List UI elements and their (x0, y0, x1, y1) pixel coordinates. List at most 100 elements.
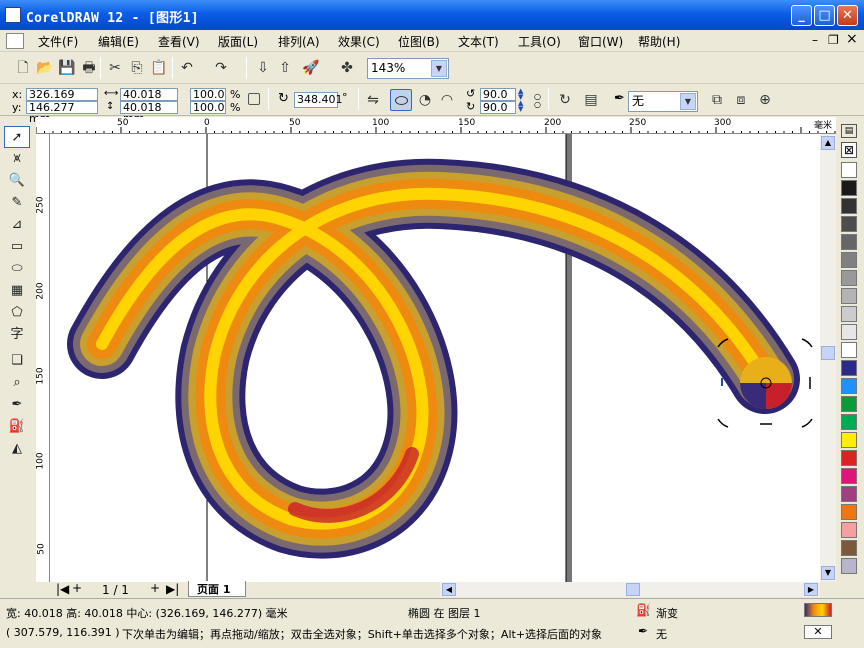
save-icon[interactable]: 💾 (56, 57, 78, 79)
page-tab[interactable]: 页面 1 (188, 581, 246, 597)
scroll-down-button[interactable]: ▼ (821, 566, 835, 580)
color-swatch[interactable] (841, 396, 857, 412)
menu-arrange[interactable]: 排列(A) (278, 33, 320, 50)
color-swatch[interactable] (841, 162, 857, 178)
open-icon[interactable]: 📂 (34, 57, 56, 79)
scale-y-field[interactable]: 100.0 (190, 101, 226, 114)
add-page-before-button[interactable]: + (72, 581, 82, 595)
gradient-tube[interactable] (67, 158, 800, 559)
color-swatch[interactable] (841, 234, 857, 250)
scroll-left-button[interactable]: ◀ (442, 583, 456, 596)
ellipse-mode-button[interactable] (390, 89, 412, 111)
color-swatch[interactable] (841, 540, 857, 556)
direction-icon[interactable]: ↻ (554, 89, 576, 111)
color-swatch[interactable] (841, 450, 857, 466)
vertical-scrollbar[interactable]: ▲ ▼ (820, 134, 836, 582)
menu-layout[interactable]: 版面(L) (218, 33, 258, 50)
arc-spinner[interactable]: ▲ ▼ ▲ ▼ (518, 88, 528, 114)
hscroll-thumb[interactable] (626, 583, 640, 596)
menu-tools[interactable]: 工具(O) (518, 33, 561, 50)
menu-effects[interactable]: 效果(C) (338, 33, 380, 50)
arc-start-field[interactable]: 90.0 (480, 88, 516, 101)
color-swatch[interactable] (841, 198, 857, 214)
color-swatch[interactable] (841, 342, 857, 358)
arc-icon[interactable]: ◠ (436, 89, 458, 111)
export-icon[interactable]: ⇧ (274, 57, 296, 79)
menu-file[interactable]: 文件(F) (38, 33, 78, 50)
fill-tool-icon[interactable]: ⛽ (4, 416, 30, 438)
eyedropper-tool-icon[interactable]: ⌕ (4, 372, 30, 394)
application-launcher-icon[interactable]: 🚀 (300, 57, 322, 79)
rotate-handle-bl[interactable] (717, 418, 729, 428)
basic-shapes-tool-icon[interactable]: ⬠ (4, 302, 30, 324)
pick-tool-icon[interactable]: ➚ (4, 126, 30, 148)
graph-paper-tool-icon[interactable]: ▦ (4, 280, 30, 302)
to-front-icon[interactable]: ⧉ (706, 89, 728, 111)
pie-icon[interactable]: ◔ (414, 89, 436, 111)
ellipse-tool-icon[interactable]: ⬭ (4, 258, 30, 280)
color-swatch[interactable] (841, 414, 857, 430)
minimize-button[interactable]: _ (791, 5, 812, 26)
color-swatch[interactable] (841, 360, 857, 376)
color-swatch[interactable] (841, 180, 857, 196)
scale-x-field[interactable]: 100.0 (190, 88, 226, 101)
wrap-text-icon[interactable]: ▤ (580, 89, 602, 111)
menu-view[interactable]: 查看(V) (158, 33, 200, 50)
zoom-combo[interactable]: 143% ▼ (367, 58, 449, 79)
undo-icon[interactable]: ↶ (176, 57, 198, 79)
corel-online-icon[interactable]: ✤ (336, 57, 358, 79)
rotate-handle-tr[interactable] (801, 338, 813, 348)
zoom-tool-icon[interactable]: 🔍 (4, 170, 30, 192)
no-color-swatch[interactable]: ⊠ (841, 142, 857, 158)
angle-field[interactable]: 348.401 (294, 92, 343, 108)
chevron-down-icon[interactable]: ▼ (680, 93, 696, 110)
import-icon[interactable]: ⇩ (252, 57, 274, 79)
cut-icon[interactable]: ✂ (104, 57, 126, 79)
color-swatch[interactable] (841, 558, 857, 574)
convert-to-curves-icon[interactable]: ⊕ (754, 89, 776, 111)
y-position-field[interactable]: 146.277 mm (26, 101, 98, 124)
app-icon[interactable] (5, 7, 21, 23)
shape-tool-icon[interactable]: ⩙ (4, 148, 30, 170)
color-swatch[interactable] (841, 504, 857, 520)
redo-icon[interactable]: ↷ (210, 57, 232, 79)
smart-fill-tool-icon[interactable]: ⊿ (4, 214, 30, 236)
fill-swatch[interactable] (804, 603, 832, 617)
direction-dots[interactable]: ○ ○ (534, 93, 541, 109)
interactive-fill-tool-icon[interactable]: ◭ (4, 438, 30, 460)
color-swatch[interactable] (841, 270, 857, 286)
color-swatch[interactable] (841, 216, 857, 232)
rectangle-tool-icon[interactable]: ▭ (4, 236, 30, 258)
x-position-field[interactable]: 326.169 mm (26, 88, 98, 111)
height-field[interactable]: 40.018 mm (120, 101, 178, 124)
vertical-ruler[interactable]: 250 200 150 100 50 (36, 134, 50, 582)
arc-end-field[interactable]: 90.0 (480, 101, 516, 114)
palette-menu-icon[interactable]: ▤ (841, 124, 857, 138)
to-back-icon[interactable]: ⧈ (730, 89, 752, 111)
width-field[interactable]: 40.018 mm (120, 88, 178, 111)
color-swatch[interactable] (841, 306, 857, 322)
first-page-button[interactable]: |◀ (56, 582, 69, 596)
rotate-handle-br[interactable] (801, 418, 813, 428)
color-swatch[interactable] (841, 468, 857, 484)
color-swatch[interactable] (841, 252, 857, 268)
close-button[interactable]: ✕ (837, 5, 858, 26)
mirror-icon[interactable]: ⇋ (362, 89, 384, 111)
drawing-artwork[interactable] (50, 134, 820, 582)
add-page-after-button[interactable]: + (150, 581, 160, 595)
new-document-icon[interactable]: 🗋 (12, 57, 34, 79)
chevron-down-icon[interactable]: ▼ (431, 60, 447, 77)
last-page-button[interactable]: ▶| (166, 582, 179, 596)
document-icon[interactable] (6, 33, 24, 49)
color-swatch[interactable] (841, 486, 857, 502)
color-swatch[interactable] (841, 324, 857, 340)
outline-tool-icon[interactable]: ✒ (4, 394, 30, 416)
scroll-thumb[interactable] (821, 346, 835, 360)
menu-bitmaps[interactable]: 位图(B) (398, 33, 440, 50)
interactive-blend-tool-icon[interactable]: ❏ (4, 350, 30, 372)
scroll-right-button[interactable]: ▶ (804, 583, 818, 596)
lock-ratio-icon[interactable] (248, 93, 260, 105)
menu-window[interactable]: 窗口(W) (578, 33, 623, 50)
menu-help[interactable]: 帮助(H) (638, 33, 680, 50)
text-tool-icon[interactable]: 字 (4, 324, 30, 346)
